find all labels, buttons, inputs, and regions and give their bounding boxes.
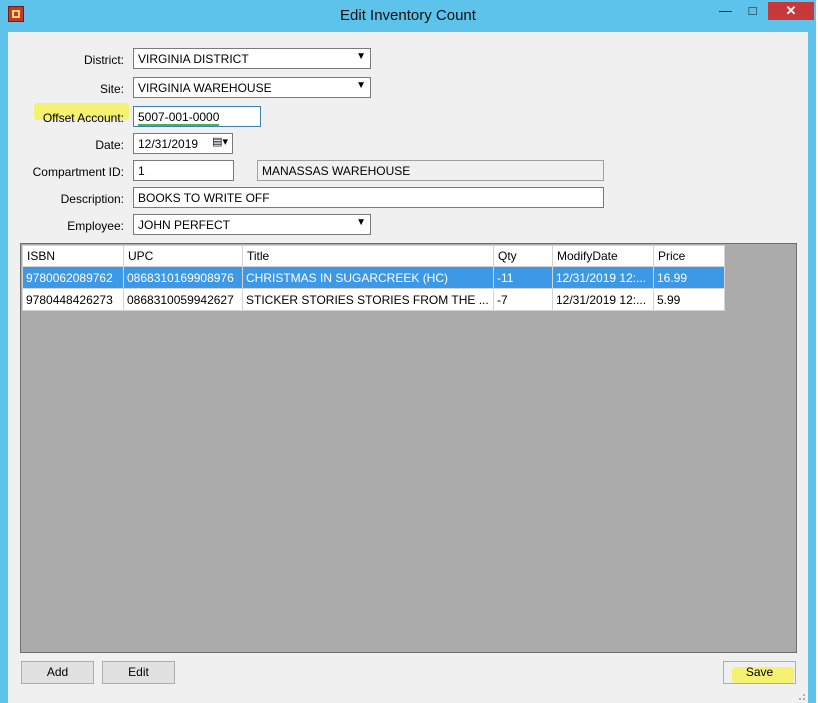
cell-upc[interactable]: 0868310059942627 <box>123 288 243 311</box>
column-header-isbn[interactable]: ISBN <box>22 245 124 267</box>
cell-title[interactable]: STICKER STORIES STORIES FROM THE ... <box>242 288 494 311</box>
district-label: District: <box>84 53 124 67</box>
cell-modifydate[interactable]: 12/31/2019 12:... <box>552 288 654 311</box>
compartment-id-input[interactable]: 1 <box>133 160 234 181</box>
site-select[interactable]: VIRGINIA WAREHOUSE ▼ <box>133 77 371 98</box>
form-client-area: District: VIRGINIA DISTRICT ▼ Site: VIRG… <box>8 32 808 703</box>
compartment-name-field: MANASSAS WAREHOUSE <box>257 160 604 181</box>
employee-label: Employee: <box>67 219 124 233</box>
column-header-upc[interactable]: UPC <box>123 245 243 267</box>
cell-isbn[interactable]: 9780062089762 <box>22 266 124 289</box>
column-header-modifydate[interactable]: ModifyDate <box>552 245 654 267</box>
title-bar[interactable]: Edit Inventory Count — □ ✕ <box>0 0 816 32</box>
save-button[interactable]: Save <box>723 661 796 684</box>
calendar-icon[interactable]: ▤▾ <box>212 135 228 148</box>
cell-qty[interactable]: -7 <box>493 288 553 311</box>
date-value: 12/31/2019 <box>138 137 199 151</box>
chevron-down-icon: ▼ <box>356 80 366 91</box>
column-header-title[interactable]: Title <box>242 245 494 267</box>
cell-modifydate[interactable]: 12/31/2019 12:... <box>552 266 654 289</box>
column-header-price[interactable]: Price <box>653 245 725 267</box>
window-title: Edit Inventory Count <box>340 7 476 24</box>
table-row[interactable]: 9780062089762 0868310169908976 CHRISTMAS… <box>22 266 725 289</box>
description-label: Description: <box>60 192 124 206</box>
compartment-name-value: MANASSAS WAREHOUSE <box>262 164 411 178</box>
cell-title[interactable]: CHRISTMAS IN SUGARCREEK (HC) <box>242 266 494 289</box>
cell-qty[interactable]: -11 <box>493 266 553 289</box>
compartment-label: Compartment ID: <box>32 165 124 179</box>
description-input[interactable]: BOOKS TO WRITE OFF <box>133 187 604 208</box>
compartment-id-value: 1 <box>138 164 145 178</box>
chevron-down-icon: ▼ <box>356 217 366 228</box>
cell-price[interactable]: 16.99 <box>653 266 725 289</box>
offset-account-value: 5007-001-0000 <box>138 110 220 126</box>
site-value: VIRGINIA WAREHOUSE <box>138 81 272 95</box>
inventory-table: ISBN UPC Title Qty ModifyDate Price 9780… <box>22 245 725 311</box>
cell-isbn[interactable]: 9780448426273 <box>22 288 124 311</box>
offset-account-label: Offset Account: <box>42 111 124 125</box>
employee-select[interactable]: JOHN PERFECT ▼ <box>133 214 371 235</box>
site-label: Site: <box>99 82 124 96</box>
grid-header-row: ISBN UPC Title Qty ModifyDate Price <box>22 245 725 267</box>
close-button[interactable]: ✕ <box>768 2 814 20</box>
edit-button[interactable]: Edit <box>102 661 175 684</box>
offset-account-input[interactable]: 5007-001-0000 <box>133 106 261 127</box>
add-button[interactable]: Add <box>21 661 94 684</box>
maximize-button[interactable]: □ <box>739 2 766 20</box>
table-row[interactable]: 9780448426273 0868310059942627 STICKER S… <box>22 288 725 311</box>
inventory-grid[interactable]: ISBN UPC Title Qty ModifyDate Price 9780… <box>20 243 797 653</box>
district-value: VIRGINIA DISTRICT <box>138 52 249 66</box>
cell-price[interactable]: 5.99 <box>653 288 725 311</box>
chevron-down-icon: ▼ <box>356 51 366 62</box>
resize-grip-icon[interactable] <box>796 691 806 701</box>
date-label: Date: <box>95 138 124 152</box>
edit-inventory-window: Edit Inventory Count — □ ✕ District: VIR… <box>0 0 816 703</box>
description-value: BOOKS TO WRITE OFF <box>138 191 270 205</box>
cell-upc[interactable]: 0868310169908976 <box>123 266 243 289</box>
date-picker[interactable]: 12/31/2019 ▤▾ <box>133 133 233 154</box>
minimize-button[interactable]: — <box>712 2 739 20</box>
district-select[interactable]: VIRGINIA DISTRICT ▼ <box>133 48 371 69</box>
column-header-qty[interactable]: Qty <box>493 245 553 267</box>
employee-value: JOHN PERFECT <box>138 218 231 232</box>
